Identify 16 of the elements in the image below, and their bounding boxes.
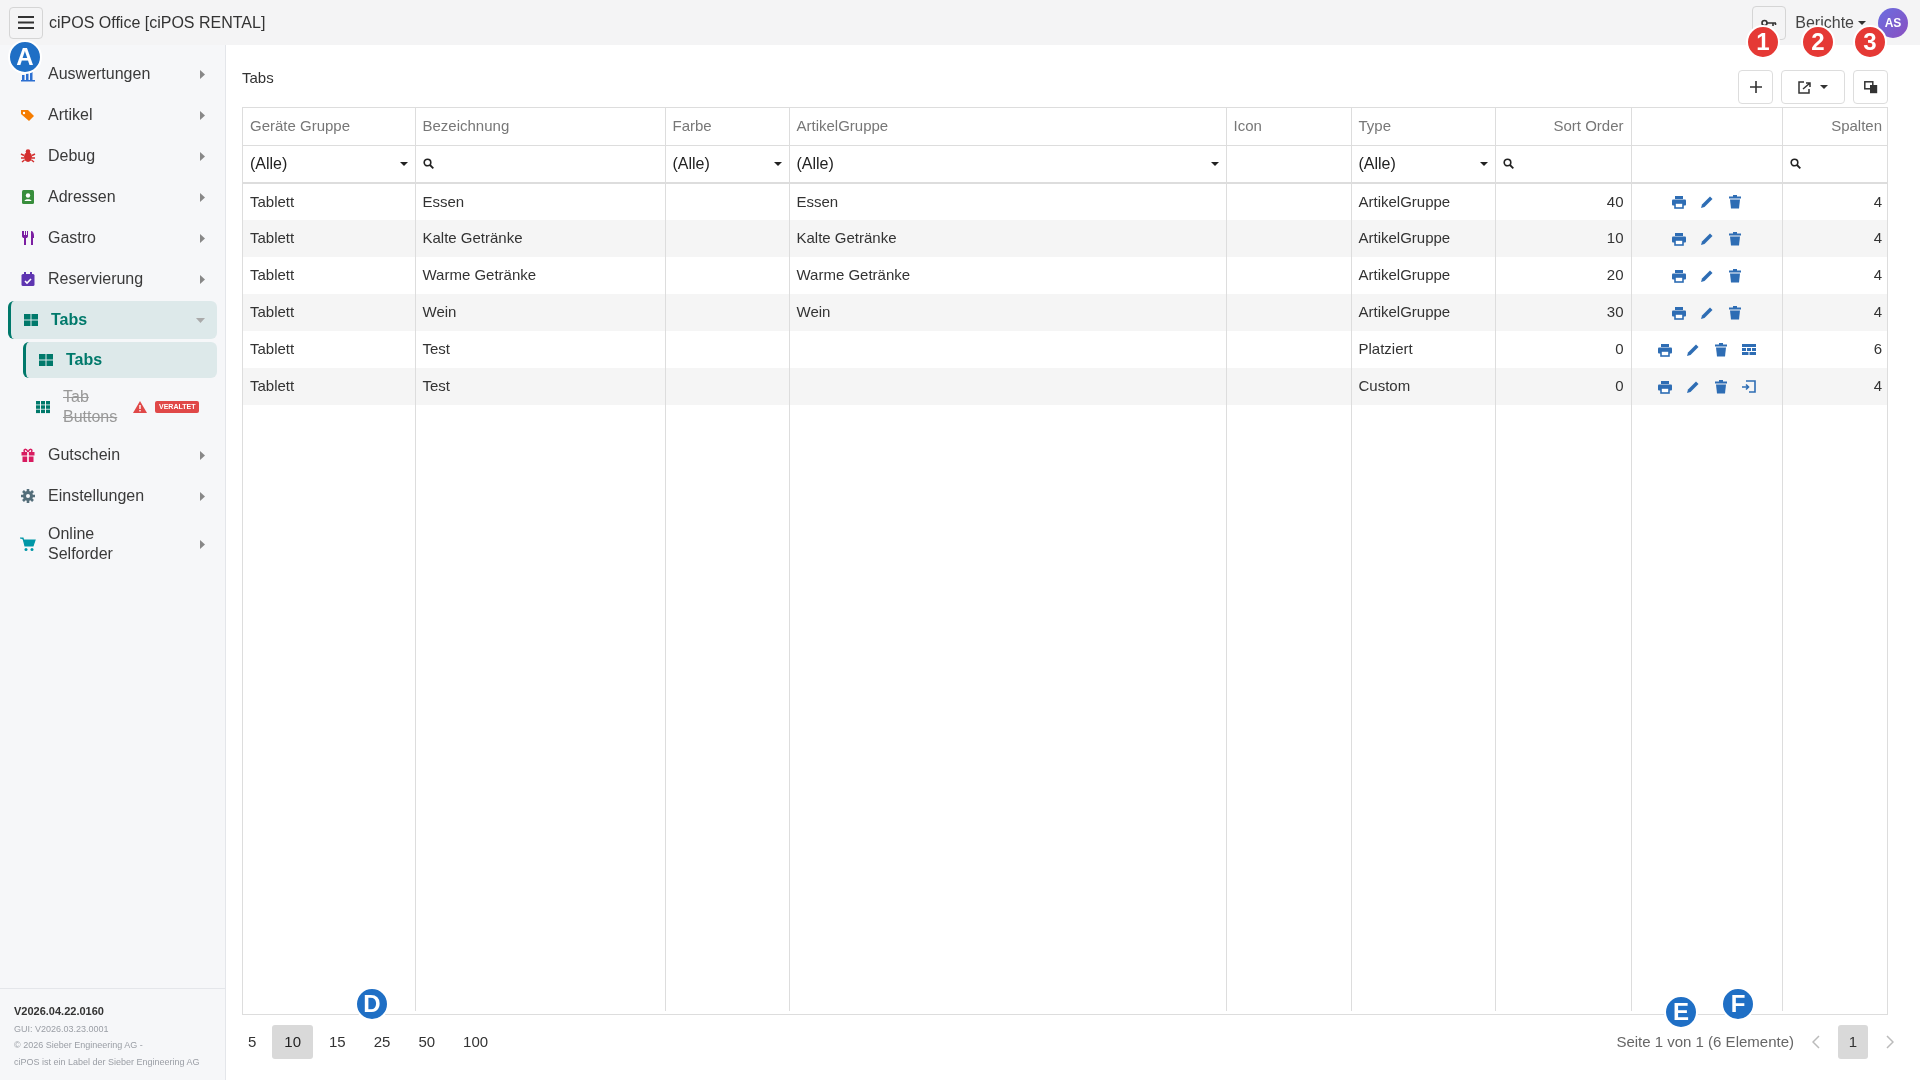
callout-tooltip: 1: [1746, 25, 1780, 59]
table-cell: Tablett: [243, 368, 415, 405]
gui-version-label: GUI: V2026.03.23.0001: [14, 1022, 110, 1036]
page-info: Seite 1 von 1 (6 Elemente): [1616, 1031, 1794, 1052]
table-cell: Test: [415, 368, 665, 405]
table-cell: 4: [1782, 368, 1887, 405]
callout-tooltip: D: [355, 987, 389, 1021]
copyright-text: © 2026 Sieber Engineering AG -: [14, 1039, 144, 1052]
callout-tooltip: F: [1721, 987, 1755, 1021]
table-cell: 0: [1495, 368, 1631, 405]
callout-tooltip: E: [1664, 995, 1698, 1029]
table-cell: Custom: [1351, 368, 1495, 405]
label-note: ciPOS ist ein Label der Sieber Engineering AG: [14, 1055, 201, 1069]
app-title: ciPOS Office [ciPOS RENTAL]: [49, 12, 266, 33]
page-title: Tabs: [242, 67, 274, 88]
version-label: V2026.04.22.0160: [14, 1004, 105, 1019]
